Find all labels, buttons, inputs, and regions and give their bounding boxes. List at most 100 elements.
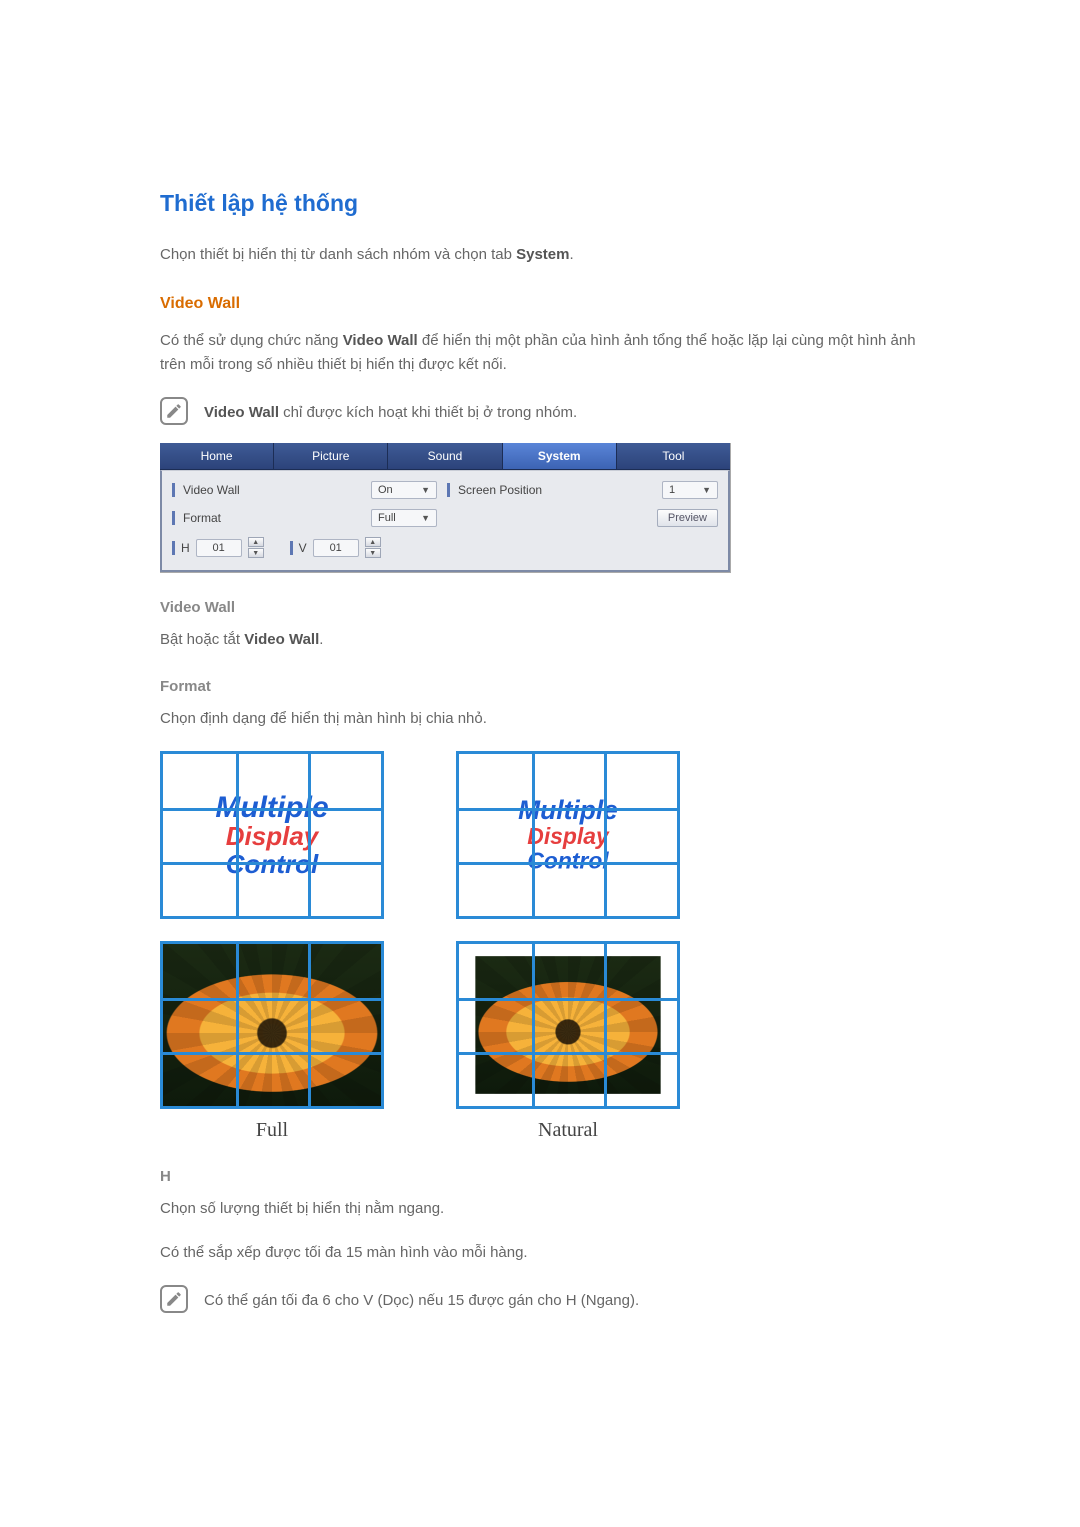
mdc-line3: Control [527,849,608,873]
label-video-wall: Video Wall [183,483,240,497]
preview-button[interactable]: Preview [657,509,718,527]
tab-tool[interactable]: Tool [617,443,730,469]
h-desc-2: Có thể sắp xếp được tối đa 15 màn hình v… [160,1241,920,1265]
note-icon [160,397,188,425]
intro-text-after: . [569,246,573,263]
illus-natural-image: Natural [456,941,680,1142]
note-text: Video Wall chỉ được kích hoạt khi thiết … [204,397,577,425]
flower-image [475,956,660,1094]
v-spinner-buttons[interactable]: ▲ ▼ [365,537,381,558]
label-bar-icon [172,483,175,497]
label-screen-position: Screen Position [458,483,542,497]
mdc-text: Multiple Display Control [472,764,664,907]
video-wall-dropdown[interactable]: On ▼ [371,481,437,499]
tab-sound[interactable]: Sound [388,443,502,469]
grid-line [163,998,381,1001]
grid-line [459,1052,677,1055]
grid-line [163,808,381,811]
intro-text-before: Chọn thiết bị hiển thị từ danh sách nhóm… [160,246,516,263]
spinner-down-icon: ▼ [248,548,264,558]
label-full: Full [256,1119,288,1142]
h-spinner-buttons[interactable]: ▲ ▼ [248,537,264,558]
spinner-down-icon: ▼ [365,548,381,558]
label-bar-icon [290,541,293,555]
h-spinner-value[interactable]: 01 [196,539,242,557]
grid-line [532,944,535,1106]
video-wall-value: On [378,484,393,496]
illus-panel-full-text: Multiple Display Control [160,751,384,919]
v-spinner-value[interactable]: 01 [313,539,359,557]
screen-position-dropdown[interactable]: 1 ▼ [662,481,718,499]
grid-line [459,998,677,1001]
label-bar-icon [172,511,175,525]
section-title: Thiết lập hệ thống [160,190,920,217]
note-icon [160,1285,188,1313]
grid-line [236,944,239,1106]
flower-image [163,944,381,1106]
grid-line [163,862,381,865]
illus-full-text: Multiple Display Control [160,751,384,919]
grid-line [308,754,311,916]
mdc-text: Multiple Display Control [163,754,381,916]
illus-panel-natural-image [456,941,680,1109]
document-page: Thiết lập hệ thống Chọn thiết bị hiển th… [0,0,1080,1527]
label-h: H [181,541,190,555]
spinner-up-icon: ▲ [365,537,381,547]
label-natural: Natural [538,1119,598,1142]
grid-line [236,754,239,916]
vw-desc-bold: Video Wall [343,332,418,349]
illustration-row-text: Multiple Display Control Multiple Displa… [160,751,920,919]
panel-row-3: H 01 ▲ ▼ V 01 ▲ ▼ [172,537,718,558]
chevron-down-icon: ▼ [702,485,711,495]
grid-line [459,862,677,865]
field-title-h: H [160,1168,920,1185]
pencil-icon [165,402,183,420]
chevron-down-icon: ▼ [421,513,430,523]
h-desc-1: Chọn số lượng thiết bị hiển thị nằm ngan… [160,1197,920,1221]
screen-position-value: 1 [669,484,675,496]
tab-system[interactable]: System [503,443,617,469]
illus-full-image: Full [160,941,384,1142]
format-dropdown[interactable]: Full ▼ [371,509,437,527]
intro-bold-system: System [516,246,569,263]
grid-line [604,754,607,916]
field-title-video-wall: Video Wall [160,599,920,616]
grid-line [163,1052,381,1055]
note-text-h: Có thể gán tối đa 6 cho V (Dọc) nếu 15 đ… [204,1285,639,1313]
label-bar-icon [447,483,450,497]
panel-row-2: Format Full ▼ Preview [172,509,718,527]
toggle-bold: Video Wall [244,631,319,648]
note-row-video-wall: Video Wall chỉ được kích hoạt khi thiết … [160,397,920,425]
grid-line [604,944,607,1106]
intro-paragraph: Chọn thiết bị hiển thị từ danh sách nhóm… [160,243,920,267]
tab-picture[interactable]: Picture [274,443,388,469]
label-v: V [299,541,307,555]
pencil-icon [165,1290,183,1308]
label-bar-icon [172,541,175,555]
panel-body: Video Wall On ▼ Screen Position 1 ▼ [160,470,730,572]
spinner-up-icon: ▲ [248,537,264,547]
video-wall-toggle-desc: Bật hoặc tắt Video Wall. [160,628,920,652]
system-panel: Home Picture Sound System Tool Video Wal… [160,443,731,573]
illus-natural-text: Multiple Display Control [456,751,680,919]
illus-panel-full-image [160,941,384,1109]
mdc-line2: Display [527,825,608,849]
format-value: Full [378,512,396,524]
mdc-line2: Display [226,823,319,850]
illustration-row-image: Full Natural [160,941,920,1142]
tab-bar: Home Picture Sound System Tool [160,443,730,470]
panel-row-1: Video Wall On ▼ Screen Position 1 ▼ [172,481,718,499]
label-format: Format [183,511,221,525]
video-wall-heading: Video Wall [160,295,920,313]
note-bold: Video Wall [204,404,279,421]
note-row-h: Có thể gán tối đa 6 cho V (Dọc) nếu 15 đ… [160,1285,920,1313]
video-wall-description: Có thể sử dụng chức năng Video Wall để h… [160,329,920,377]
note-icon-wrap [160,397,188,425]
vw-desc-before: Có thể sử dụng chức năng [160,332,343,349]
tab-home[interactable]: Home [160,443,274,469]
grid-line [308,944,311,1106]
chevron-down-icon: ▼ [421,485,430,495]
note-icon-wrap [160,1285,188,1313]
grid-line [532,754,535,916]
format-desc: Chọn định dạng để hiển thị màn hình bị c… [160,707,920,731]
